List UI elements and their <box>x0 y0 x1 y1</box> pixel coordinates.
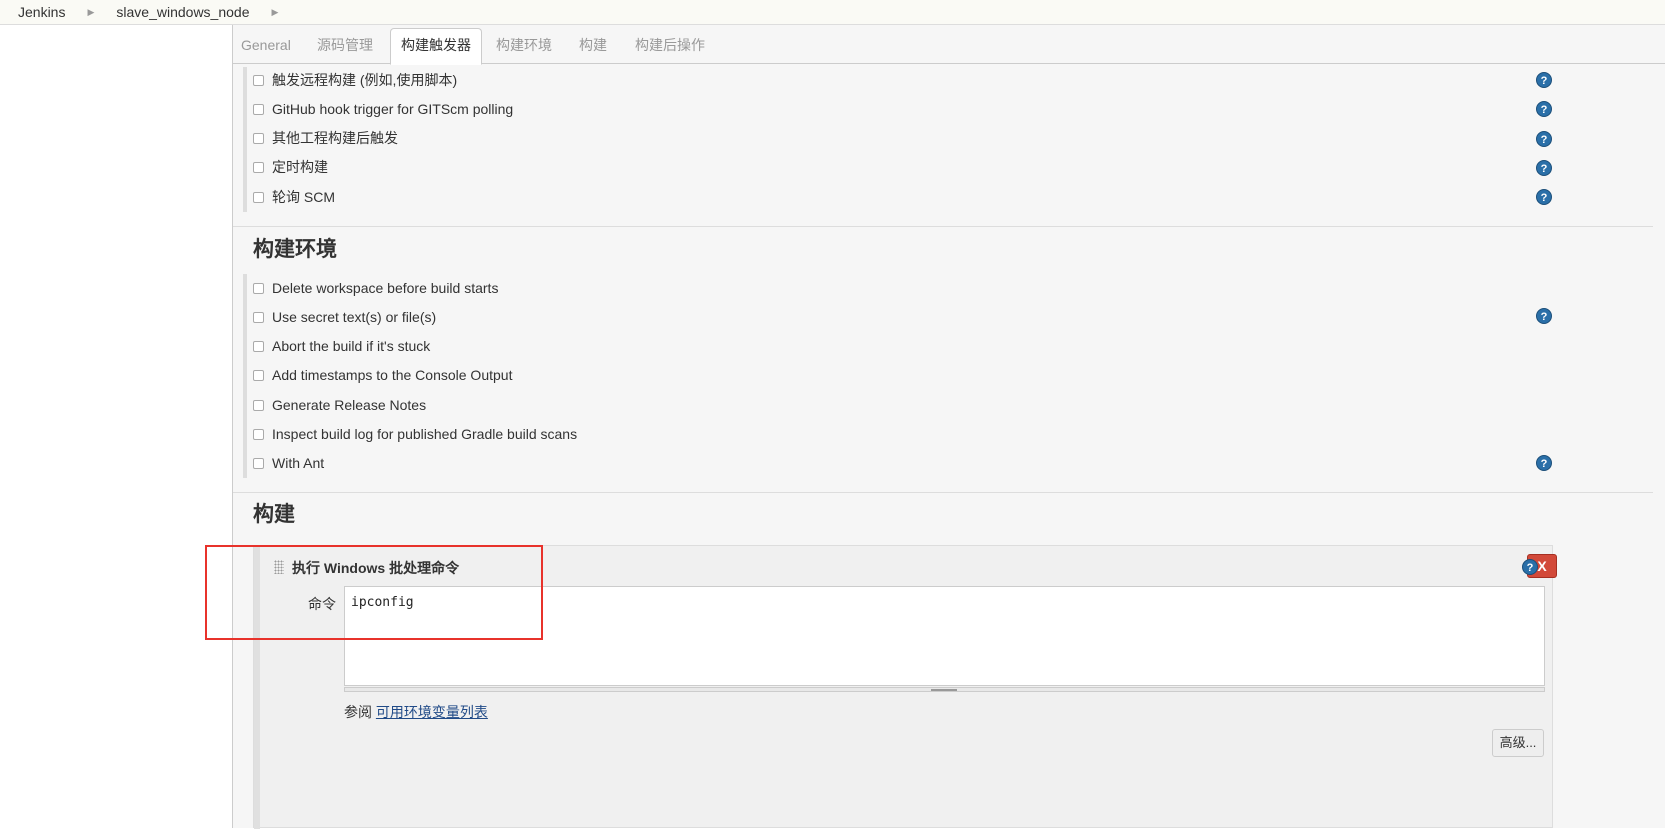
option-label: Add timestamps to the Console Output <box>272 367 513 383</box>
textarea-resize-handle[interactable] <box>344 687 1545 692</box>
resize-grip-icon <box>931 689 957 691</box>
left-sidebar <box>0 25 233 828</box>
tab-build-environment[interactable]: 构建环境 <box>496 25 552 62</box>
option-label: 轮询 SCM <box>272 189 335 205</box>
option-label: With Ant <box>272 455 325 471</box>
env-timestamps-option[interactable]: Add timestamps to the Console Output <box>253 365 512 385</box>
checkbox[interactable] <box>253 103 264 115</box>
option-label: 其他工程构建后触发 <box>272 130 398 146</box>
checkbox[interactable] <box>253 428 264 440</box>
help-icon[interactable]: ? <box>1536 455 1552 471</box>
help-icon[interactable]: ? <box>1536 72 1552 88</box>
tab-build[interactable]: 构建 <box>579 25 607 62</box>
advanced-button[interactable]: 高级... <box>1492 729 1544 757</box>
section-divider <box>233 492 1653 493</box>
env-vars-hint: 参阅 可用环境变量列表 <box>344 702 488 722</box>
env-secret-text-option[interactable]: Use secret text(s) or file(s) <box>253 307 436 327</box>
trigger-github-hook-option[interactable]: GitHub hook trigger for GITScm polling <box>253 99 513 119</box>
option-label: Abort the build if it's stuck <box>272 338 431 354</box>
checkbox[interactable] <box>253 399 264 411</box>
env-delete-workspace-option[interactable]: Delete workspace before build starts <box>253 278 498 298</box>
checkbox[interactable] <box>253 311 264 323</box>
annotation-highlight-box <box>205 545 543 640</box>
checkbox[interactable] <box>253 191 264 203</box>
checkbox[interactable] <box>253 369 264 381</box>
tab-general[interactable]: General <box>241 25 291 62</box>
tab-build-triggers[interactable]: 构建触发器 <box>390 28 482 65</box>
env-release-notes-option[interactable]: Generate Release Notes <box>253 395 426 415</box>
build-env-group <box>243 274 247 478</box>
option-label: 定时构建 <box>272 159 328 175</box>
checkbox[interactable] <box>253 161 264 173</box>
triggers-group <box>243 67 247 212</box>
tab-scm[interactable]: 源码管理 <box>317 25 373 62</box>
env-abort-stuck-option[interactable]: Abort the build if it's stuck <box>253 336 430 356</box>
option-label: 触发远程构建 (例如,使用脚本) <box>272 72 458 88</box>
section-divider <box>233 226 1653 227</box>
trigger-remote-option[interactable]: 触发远程构建 (例如,使用脚本) <box>253 70 457 90</box>
help-icon[interactable]: ? <box>1536 101 1552 117</box>
checkbox[interactable] <box>253 340 264 352</box>
option-label: Delete workspace before build starts <box>272 280 499 296</box>
env-vars-prefix: 参阅 <box>344 704 372 720</box>
trigger-poll-scm-option[interactable]: 轮询 SCM <box>253 187 335 207</box>
checkbox[interactable] <box>253 457 264 469</box>
help-icon[interactable]: ? <box>1536 131 1552 147</box>
option-label: Generate Release Notes <box>272 397 427 413</box>
checkbox[interactable] <box>253 282 264 294</box>
option-label: Use secret text(s) or file(s) <box>272 309 437 325</box>
breadcrumb: Jenkins ▶ slave_windows_node ▶ <box>0 0 1665 25</box>
chevron-right-icon: ▶ <box>271 6 279 17</box>
section-title-build-environment: 构建环境 <box>253 238 337 261</box>
breadcrumb-item-job[interactable]: slave_windows_node <box>94 4 249 20</box>
tab-post-build[interactable]: 构建后操作 <box>635 25 705 62</box>
option-label: Inspect build log for published Gradle b… <box>272 426 578 442</box>
breadcrumb-item-jenkins[interactable]: Jenkins <box>0 4 65 20</box>
trigger-periodic-option[interactable]: 定时构建 <box>253 157 328 177</box>
env-vars-link[interactable]: 可用环境变量列表 <box>376 704 488 720</box>
checkbox[interactable] <box>253 132 264 144</box>
section-title-build: 构建 <box>253 503 295 526</box>
checkbox[interactable] <box>253 74 264 86</box>
config-main: General 源码管理 构建触发器 构建环境 构建 构建后操作 触发远程构建 … <box>233 25 1665 829</box>
help-icon[interactable]: ? <box>1536 308 1552 324</box>
help-icon[interactable]: ? <box>1522 559 1538 575</box>
option-label: GitHub hook trigger for GITScm polling <box>272 101 514 117</box>
trigger-after-other-projects-option[interactable]: 其他工程构建后触发 <box>253 128 398 148</box>
chevron-right-icon: ▶ <box>87 6 95 17</box>
env-gradle-scans-option[interactable]: Inspect build log for published Gradle b… <box>253 424 577 444</box>
help-icon[interactable]: ? <box>1536 189 1552 205</box>
help-icon[interactable]: ? <box>1536 160 1552 176</box>
config-tab-bar: General 源码管理 构建触发器 构建环境 构建 构建后操作 <box>233 25 1665 65</box>
env-with-ant-option[interactable]: With Ant <box>253 453 324 473</box>
